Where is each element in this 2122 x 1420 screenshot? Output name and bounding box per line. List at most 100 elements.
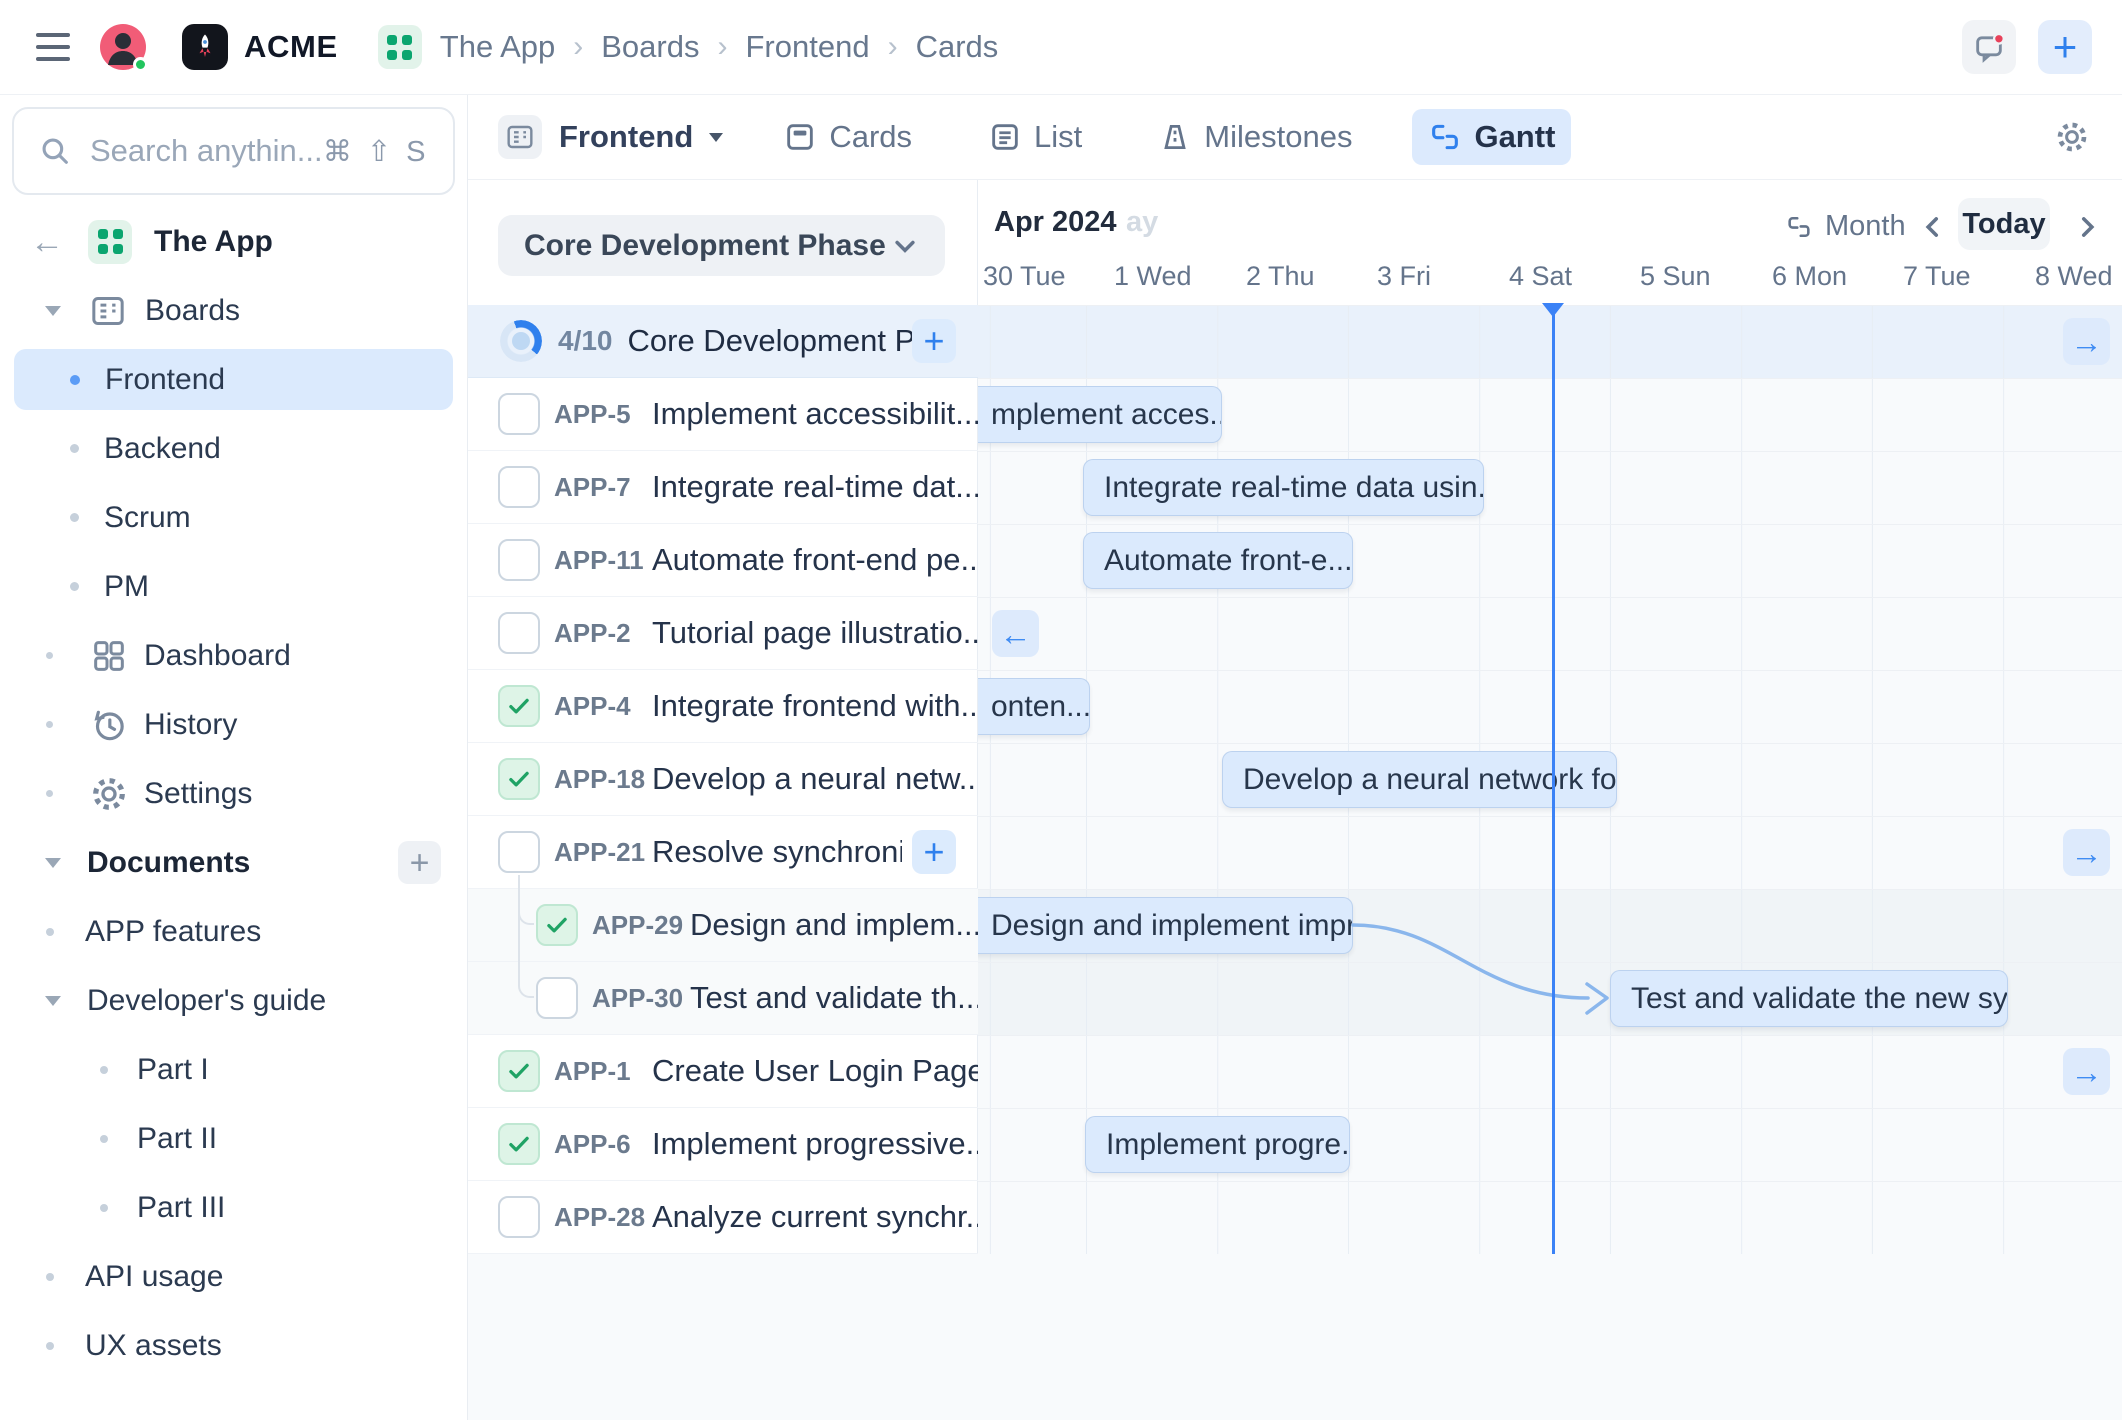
- group-row[interactable]: 4/10 Core Development Ph... +: [468, 305, 978, 378]
- sidebar-item-api-usage[interactable]: API usage: [0, 1242, 467, 1311]
- task-checkbox[interactable]: [498, 466, 540, 508]
- task-checkbox[interactable]: [498, 539, 540, 581]
- chevron-down-icon: [891, 232, 919, 260]
- task-checkbox[interactable]: [498, 612, 540, 654]
- gantt-bar[interactable]: Develop a neural network for...: [1222, 751, 1617, 808]
- sidebar-item-the-app[interactable]: ← The App: [0, 207, 467, 276]
- task-row[interactable]: APP-11 Automate front-end pe...: [468, 524, 978, 597]
- group-title: Core Development Ph...: [628, 323, 918, 359]
- task-checkbox[interactable]: [536, 977, 578, 1019]
- subtask-row[interactable]: APP-29 Design and implem...: [468, 889, 978, 962]
- add-subtask-button[interactable]: +: [912, 830, 956, 874]
- gantt-bar[interactable]: Automate front-e...: [1083, 532, 1353, 589]
- task-row[interactable]: APP-28 Analyze current synchr...: [468, 1181, 978, 1254]
- sidebar-item-history[interactable]: History: [0, 690, 467, 759]
- settings-gear-icon[interactable]: [2054, 119, 2090, 155]
- task-title: Implement accessibilit...: [652, 396, 978, 432]
- task-title: Integrate frontend with...: [652, 688, 978, 724]
- gantt-bar[interactable]: onten...: [978, 678, 1090, 735]
- breadcrumb-frontend[interactable]: Frontend: [745, 29, 869, 65]
- scroll-to-bar-right-button[interactable]: →: [2063, 1048, 2110, 1095]
- scroll-to-bar-left-button[interactable]: ←: [992, 610, 1039, 657]
- breadcrumb-the-app[interactable]: The App: [440, 29, 555, 65]
- tab-gantt[interactable]: Gantt: [1412, 109, 1571, 165]
- task-row[interactable]: APP-2 Tutorial page illustratio...: [468, 597, 978, 670]
- bullet-dot-icon: [46, 1273, 54, 1281]
- online-status-dot: [133, 57, 148, 72]
- task-row[interactable]: APP-18 Develop a neural netw...: [468, 743, 978, 816]
- sidebar-item-part-2[interactable]: Part II: [0, 1104, 467, 1173]
- board-switcher[interactable]: Frontend: [468, 115, 723, 159]
- collapse-caret-icon[interactable]: [45, 858, 61, 868]
- sidebar-nav: ← The App Boards Frontend Backend: [0, 207, 467, 1380]
- sidebar-item-developers-guide[interactable]: Developer's guide: [0, 966, 467, 1035]
- progress-count: 4/10: [558, 325, 613, 357]
- milestones-icon: [1158, 120, 1192, 154]
- gantt-bar[interactable]: Integrate real-time data usin...: [1083, 459, 1484, 516]
- history-clock-icon: [89, 705, 129, 745]
- task-row[interactable]: APP-21 Resolve synchroniz... +: [468, 816, 978, 889]
- add-document-button[interactable]: +: [398, 841, 441, 884]
- task-checkbox-checked[interactable]: [498, 685, 540, 727]
- add-task-button[interactable]: +: [912, 319, 956, 363]
- task-row[interactable]: APP-1 Create User Login Page: [468, 1035, 978, 1108]
- phase-selector[interactable]: Core Development Phase: [498, 215, 945, 276]
- collapse-caret-icon[interactable]: [45, 306, 61, 316]
- app-grid-icon[interactable]: [378, 25, 422, 69]
- sidebar-item-dashboard[interactable]: Dashboard: [0, 621, 467, 690]
- board-icon: [88, 291, 128, 331]
- sidebar-item-frontend[interactable]: Frontend: [0, 345, 467, 414]
- org-logo-icon[interactable]: [182, 24, 228, 70]
- menu-icon[interactable]: [36, 33, 70, 61]
- scroll-to-bar-right-button[interactable]: →: [2063, 829, 2110, 876]
- sidebar-item-part-3[interactable]: Part III: [0, 1173, 467, 1242]
- task-checkbox[interactable]: [498, 1196, 540, 1238]
- gantt-chart-area: mplement acces... Integrate real-time da…: [978, 180, 2122, 1420]
- task-id: APP-5: [554, 399, 650, 430]
- sidebar-section-documents[interactable]: Documents +: [0, 828, 467, 897]
- task-checkbox-checked[interactable]: [498, 758, 540, 800]
- task-checkbox[interactable]: [498, 831, 540, 873]
- list-icon: [988, 120, 1022, 154]
- sidebar-item-backend[interactable]: Backend: [0, 414, 467, 483]
- collapse-caret-icon[interactable]: [45, 996, 61, 1006]
- task-checkbox[interactable]: [498, 393, 540, 435]
- chevron-right-icon: ›: [717, 30, 727, 64]
- gantt-bar[interactable]: mplement acces...: [978, 386, 1222, 443]
- board-icon: [498, 115, 542, 159]
- task-checkbox-checked[interactable]: [536, 904, 578, 946]
- chat-button[interactable]: [1962, 20, 2016, 74]
- task-checkbox-checked[interactable]: [498, 1050, 540, 1092]
- scroll-to-bar-right-button[interactable]: →: [2063, 318, 2110, 365]
- sidebar-item-boards[interactable]: Boards: [0, 276, 467, 345]
- gantt-bar[interactable]: Implement progre...: [1085, 1116, 1350, 1173]
- task-row[interactable]: APP-5 Implement accessibilit...: [468, 378, 978, 451]
- sidebar-item-ux-assets[interactable]: UX assets: [0, 1311, 467, 1380]
- task-id: APP-6: [554, 1129, 650, 1160]
- search-input[interactable]: Search anythin... ⌘ ⇧ S: [12, 107, 455, 195]
- org-name: ACME: [244, 29, 338, 65]
- task-checkbox-checked[interactable]: [498, 1123, 540, 1165]
- breadcrumb-boards[interactable]: Boards: [601, 29, 699, 65]
- tab-list[interactable]: List: [972, 109, 1098, 165]
- create-new-button[interactable]: +: [2038, 20, 2092, 74]
- main-panel: Frontend Cards List Milestones: [468, 95, 2122, 1420]
- gantt-bar[interactable]: Design and implement impro...: [978, 897, 1353, 954]
- gantt-bar[interactable]: Test and validate the new sy...: [1610, 970, 2008, 1027]
- sidebar-item-app-features[interactable]: APP features: [0, 897, 467, 966]
- task-row[interactable]: APP-4 Integrate frontend with...: [468, 670, 978, 743]
- breadcrumb-cards[interactable]: Cards: [916, 29, 999, 65]
- tab-cards[interactable]: Cards: [767, 109, 928, 165]
- check-icon: [504, 764, 534, 794]
- sidebar-item-pm[interactable]: PM: [0, 552, 467, 621]
- sidebar-item-scrum[interactable]: Scrum: [0, 483, 467, 552]
- sidebar-item-part-1[interactable]: Part I: [0, 1035, 467, 1104]
- task-row[interactable]: APP-6 Implement progressive...: [468, 1108, 978, 1181]
- sidebar-item-settings[interactable]: Settings: [0, 759, 467, 828]
- bullet-dot-icon: [70, 375, 80, 385]
- task-row[interactable]: APP-7 Integrate real-time dat...: [468, 451, 978, 524]
- subtask-row[interactable]: APP-30 Test and validate th...: [468, 962, 978, 1035]
- back-arrow-icon[interactable]: ←: [30, 225, 64, 259]
- tab-milestones[interactable]: Milestones: [1142, 109, 1368, 165]
- avatar[interactable]: [100, 24, 146, 70]
